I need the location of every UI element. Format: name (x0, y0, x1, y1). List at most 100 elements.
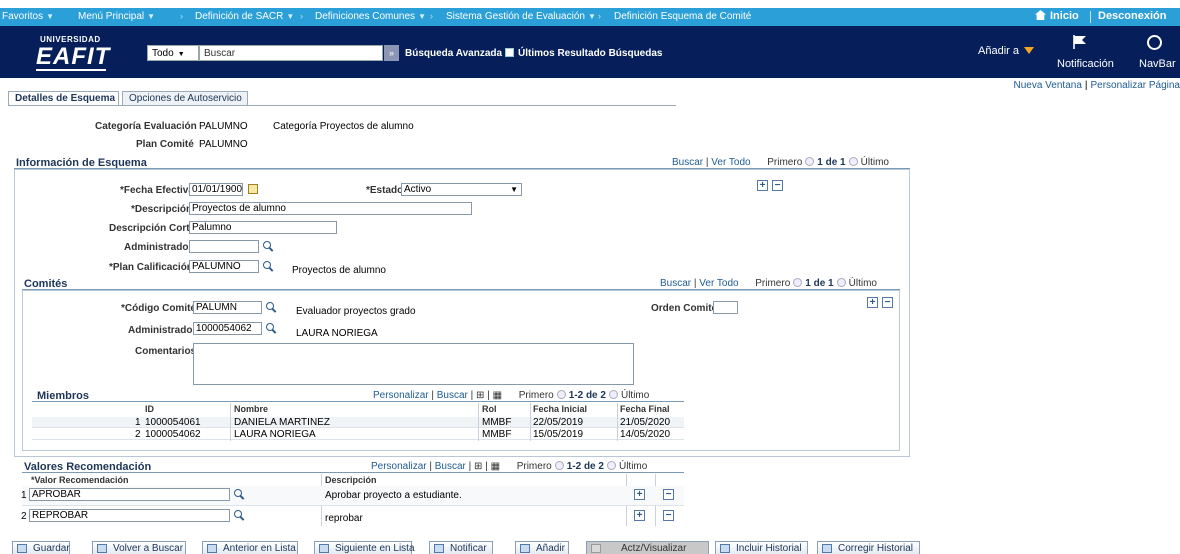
home-link[interactable]: Inicio (1035, 10, 1079, 22)
next-icon[interactable] (848, 157, 858, 166)
first-link[interactable]: Primero (755, 278, 790, 289)
lookup-icon[interactable] (234, 510, 244, 520)
tab-self-service[interactable]: Opciones de Autoservicio (122, 91, 248, 106)
prev-icon[interactable] (556, 390, 566, 399)
breadcrumb-common[interactable]: Definiciones Comunes ▼ (315, 11, 426, 22)
view-all-link[interactable]: Ver Todo (711, 157, 750, 168)
previous-in-list-button[interactable]: Anterior en Lista (202, 541, 298, 554)
lookup-icon[interactable] (263, 241, 273, 251)
search-link[interactable]: Buscar (660, 278, 691, 289)
add-row-icon[interactable]: + (634, 510, 645, 521)
prev-icon[interactable] (805, 157, 815, 166)
next-icon[interactable] (608, 390, 618, 399)
app-header: UNIVERSIDAD EAFIT Todo ▼ Buscar » Búsqued… (0, 26, 1180, 78)
return-to-search-button[interactable]: Volver a Buscar (92, 541, 186, 554)
recommendation-value-input[interactable]: REPROBAR (29, 509, 230, 522)
committee-order-input[interactable] (713, 301, 738, 314)
delete-row-icon[interactable]: − (772, 180, 783, 191)
prev-icon[interactable] (554, 461, 564, 470)
add-row-icon[interactable]: + (867, 297, 878, 308)
committee-admin-input[interactable]: 1000054062 (193, 322, 262, 335)
last-results-link[interactable]: Últimos Resultado Búsquedas (518, 48, 662, 59)
members-col-end: Fecha Final (620, 404, 670, 414)
search-scope-select[interactable]: Todo ▼ (147, 45, 199, 61)
add-button[interactable]: Añadir (515, 541, 569, 554)
personalize-link[interactable]: Personalizar (371, 461, 427, 472)
effective-date-input[interactable]: 01/01/1900 (189, 183, 243, 196)
comments-textarea[interactable] (193, 343, 634, 385)
search-link[interactable]: Buscar (437, 390, 468, 401)
flag-icon[interactable] (1072, 34, 1088, 50)
include-history-button[interactable]: Incluir Historial (715, 541, 808, 554)
recommendation-value-input[interactable]: APROBAR (29, 488, 230, 501)
tab-schema-details[interactable]: Detalles de Esquema (8, 91, 119, 106)
status-select[interactable]: Activo ▼ (401, 183, 522, 196)
search-link[interactable]: Buscar (672, 157, 703, 168)
last-link[interactable]: Último (619, 461, 647, 472)
logo-underline (36, 69, 106, 71)
administrator-input[interactable] (189, 240, 259, 253)
personalize-page-link[interactable]: Personalizar Página (1091, 80, 1180, 91)
first-link[interactable]: Primero (517, 461, 552, 472)
last-link[interactable]: Último (621, 390, 649, 401)
main-menu[interactable]: Menú Principal ▼ (78, 11, 155, 22)
favorites-menu[interactable]: Favoritos ▼ (2, 11, 54, 22)
navbar-link[interactable]: NavBar (1139, 58, 1176, 70)
row-number: 2 (21, 511, 27, 522)
save-button[interactable]: Guardar (12, 541, 70, 554)
notification-link[interactable]: Notificación (1057, 58, 1114, 70)
row-count: 1-2 de 2 (566, 461, 604, 472)
view-all-icon[interactable]: ⊞ (476, 390, 484, 401)
search-link[interactable]: Buscar (435, 461, 466, 472)
next-icon[interactable] (606, 461, 616, 470)
committee-code-input[interactable]: PALUMN (193, 301, 262, 314)
first-link[interactable]: Primero (767, 157, 802, 168)
view-all-icon[interactable]: ⊞ (474, 461, 482, 472)
description-input[interactable]: Proyectos de alumno (189, 202, 472, 215)
correct-history-button[interactable]: Corregir Historial (817, 541, 920, 554)
breadcrumb-sacr[interactable]: Definición de SACR ▼ (195, 11, 294, 22)
column-divider (478, 403, 479, 441)
table-row (32, 429, 684, 440)
download-icon[interactable]: ▦ (491, 461, 500, 472)
add-to-menu[interactable]: Añadir a (978, 45, 1034, 57)
prev-icon[interactable] (793, 278, 803, 287)
lookup-icon[interactable] (266, 323, 276, 333)
first-link[interactable]: Primero (519, 390, 554, 401)
chevron-down-icon: ▼ (587, 12, 596, 21)
lookup-icon[interactable] (266, 302, 276, 312)
download-icon[interactable]: ▦ (493, 390, 502, 401)
breadcrumb-separator-icon: › (598, 11, 601, 21)
plan-committee-value: PALUMNO (199, 139, 248, 150)
notify-button[interactable]: Notificar (429, 541, 493, 554)
chevron-down-icon (1023, 47, 1034, 54)
search-input[interactable]: Buscar (199, 45, 383, 61)
logout-link[interactable]: Desconexión (1098, 10, 1166, 22)
recommendation-description: Aprobar proyecto a estudiante. (325, 490, 462, 501)
member-start-date: 15/05/2019 (533, 429, 584, 440)
lookup-icon[interactable] (263, 261, 273, 271)
new-window-link[interactable]: Nueva Ventana (1014, 80, 1082, 91)
add-row-icon[interactable]: + (757, 180, 768, 191)
personalize-link[interactable]: Personalizar (373, 390, 429, 401)
last-link[interactable]: Último (861, 157, 889, 168)
lookup-icon[interactable] (234, 489, 244, 499)
delete-row-icon[interactable]: − (663, 510, 674, 521)
delete-row-icon[interactable]: − (663, 489, 674, 500)
search-go-button[interactable]: » (384, 45, 399, 61)
notify-icon (434, 544, 444, 553)
calendar-icon[interactable] (248, 184, 258, 194)
last-link[interactable]: Último (849, 278, 877, 289)
breadcrumb-evaluation[interactable]: Sistema Gestión de Evaluación ▼ (446, 11, 596, 22)
next-in-list-button[interactable]: Siguiente en Lista (314, 541, 415, 554)
update-display-button[interactable]: Actz/Visualizar (586, 541, 709, 554)
grading-plan-input[interactable]: PALUMNO (189, 260, 259, 273)
delete-row-icon[interactable]: − (882, 297, 893, 308)
add-row-icon[interactable]: + (634, 489, 645, 500)
next-icon[interactable] (836, 278, 846, 287)
view-all-link[interactable]: Ver Todo (699, 278, 738, 289)
short-description-input[interactable]: Palumno (189, 221, 337, 234)
advanced-search-link[interactable]: Búsqueda Avanzada (405, 48, 502, 59)
compass-icon[interactable] (1147, 35, 1162, 50)
results-icon (505, 48, 514, 57)
